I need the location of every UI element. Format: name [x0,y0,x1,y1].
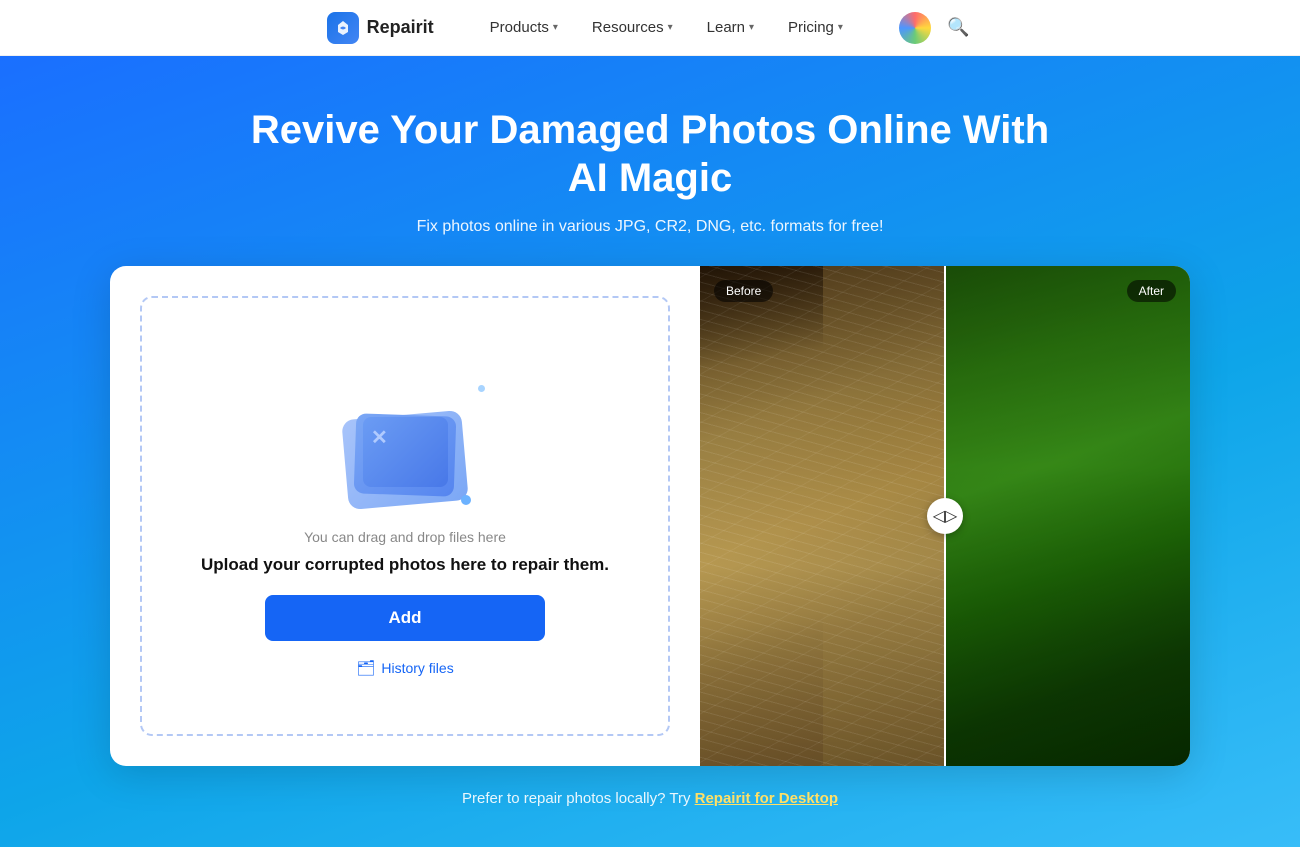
add-button[interactable]: Add [265,595,545,641]
person-after [1068,266,1191,766]
chevron-down-icon: ▾ [749,22,754,33]
person-before [700,266,823,766]
hero-section: Revive Your Damaged Photos Online With A… [0,56,1300,847]
x-icon: ✕ [371,425,388,450]
hero-subtitle: Fix photos online in various JPG, CR2, D… [417,218,884,236]
chevron-down-icon: ▾ [838,22,843,33]
nav-item-products[interactable]: Products ▾ [476,13,572,42]
bottom-text: Prefer to repair photos locally? Try Rep… [462,790,838,807]
navbar: Repairit Products ▾ Resources ▾ Learn ▾ … [0,0,1300,56]
history-link[interactable]: 🗂 History files [356,659,453,677]
history-icon: 🗂 [356,659,375,677]
main-card: ✕ You can drag and drop files here Uploa… [110,266,1190,766]
footer-text: Prefer to repair photos locally? Try [462,790,695,807]
nav-items: Products ▾ Resources ▾ Learn ▾ Pricing ▾ [476,13,857,42]
nav-item-pricing[interactable]: Pricing ▾ [774,13,857,42]
upload-dropzone[interactable]: ✕ You can drag and drop files here Uploa… [140,296,670,736]
compare-panel: Before After ◁▷ [700,266,1190,766]
dot-icon-2 [478,385,485,392]
logo[interactable]: Repairit [327,12,434,44]
upload-panel: ✕ You can drag and drop files here Uploa… [110,266,700,766]
nav-right: 🔍 [899,12,973,44]
avatar[interactable] [899,12,931,44]
upload-illustration: ✕ [325,365,485,505]
history-label: History files [381,660,453,676]
nav-label-learn: Learn [707,19,745,36]
upload-main-text: Upload your corrupted photos here to rep… [201,555,609,575]
nav-item-learn[interactable]: Learn ▾ [693,13,768,42]
hero-title: Revive Your Damaged Photos Online With A… [250,106,1050,202]
illus-top: ✕ [363,417,448,487]
compare-container: Before After ◁▷ [700,266,1190,766]
nav-label-resources: Resources [592,19,664,36]
before-badge: Before [714,280,773,302]
dot-icon-1 [461,495,471,505]
compare-before [700,266,945,766]
compare-after [945,266,1190,766]
chevron-down-icon: ▾ [668,22,673,33]
chevron-down-icon: ▾ [553,22,558,33]
nav-item-resources[interactable]: Resources ▾ [578,13,687,42]
logo-icon [327,12,359,44]
search-icon[interactable]: 🔍 [943,13,973,42]
after-badge: After [1127,280,1176,302]
footer-link[interactable]: Repairit for Desktop [695,790,838,807]
nav-label-pricing: Pricing [788,19,834,36]
drag-text: You can drag and drop files here [304,529,506,545]
nav-label-products: Products [490,19,549,36]
compare-handle[interactable]: ◁▷ [927,498,963,534]
logo-text: Repairit [367,17,434,38]
